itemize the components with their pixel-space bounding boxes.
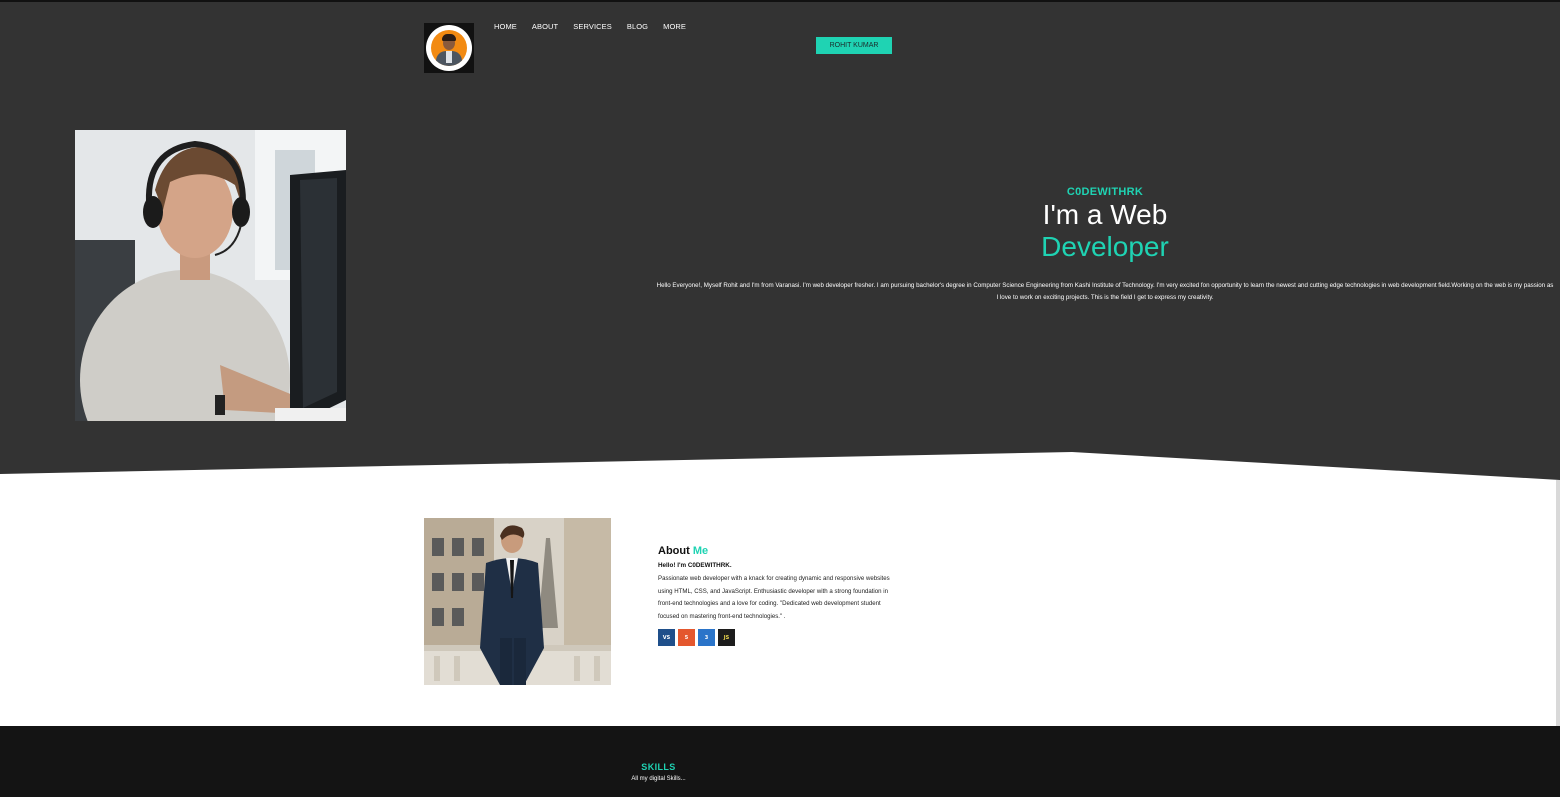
html5-logo-icon: 5 bbox=[678, 629, 695, 647]
about-photo-man-in-suit bbox=[424, 518, 611, 685]
hero-photo-developer-at-computer bbox=[75, 130, 346, 421]
logo-avatar[interactable] bbox=[424, 23, 474, 73]
hero-title-line2: Developer bbox=[1041, 231, 1169, 262]
nav-services-link[interactable]: SERVICES bbox=[573, 22, 612, 31]
hero-title-line1: I'm a Web bbox=[1042, 199, 1168, 230]
logo-ring bbox=[426, 25, 472, 71]
avatar-portrait bbox=[431, 30, 467, 66]
about-heading-main: About bbox=[658, 545, 690, 557]
skills-title: SKILLS bbox=[641, 762, 676, 772]
javascript-logo-icon: JS bbox=[718, 629, 735, 647]
scrollbar-edge bbox=[1556, 480, 1560, 726]
about-heading-accent: Me bbox=[692, 545, 709, 557]
skills-subtitle: All my digital Skills... bbox=[631, 776, 686, 782]
main-nav: HOME ABOUT SERVICES BLOG MORE bbox=[494, 22, 701, 31]
hero-intro-block: C0DEWITHRK I'm a Web Developer Hello Eve… bbox=[655, 186, 1555, 304]
nav-more-link[interactable]: MORE bbox=[663, 22, 686, 31]
skills-section: SKILLS All my digital Skills... bbox=[0, 726, 1560, 797]
nav-about-link[interactable]: ABOUT bbox=[532, 22, 558, 31]
nav-home-link[interactable]: HOME bbox=[494, 22, 517, 31]
about-heading: About Me bbox=[658, 545, 898, 557]
about-description: Passionate web developer with a knack fo… bbox=[658, 575, 890, 620]
css3-logo-icon: 3 bbox=[698, 629, 715, 647]
name-button[interactable]: ROHIT KUMAR bbox=[816, 37, 892, 54]
about-greeting: Hello! I'm C0DEWITHRK. bbox=[658, 562, 732, 569]
hero-intro-text: Hello Everyone!, Myself Rohit and I'm fr… bbox=[656, 282, 1554, 301]
about-section: About Me Hello! I'm C0DEWITHRK. Passiona… bbox=[658, 545, 898, 647]
nav-blog-link[interactable]: BLOG bbox=[627, 22, 648, 31]
brand-name: C0DEWITHRK bbox=[1066, 186, 1144, 198]
vscode-logo-icon: VS bbox=[658, 629, 675, 647]
tech-stack-icons: VS 5 3 JS bbox=[658, 629, 898, 647]
